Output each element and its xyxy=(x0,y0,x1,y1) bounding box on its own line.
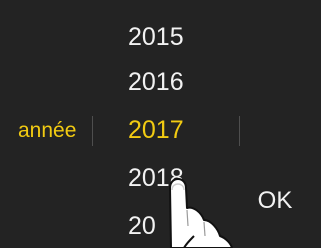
ok-button[interactable]: OK xyxy=(248,181,302,221)
year-option-2015[interactable]: 2015 xyxy=(128,22,208,52)
year-option-2016[interactable]: 2016 xyxy=(128,67,208,97)
left-divider xyxy=(92,116,93,146)
selected-year[interactable]: 2017 xyxy=(128,115,208,145)
year-field-label: année xyxy=(18,119,77,142)
year-option-next[interactable]: 20 xyxy=(128,211,208,241)
right-divider xyxy=(239,116,240,146)
year-picker-screen: 2015 2016 année 2017 2018 20 OK xyxy=(0,0,321,248)
year-option-2018[interactable]: 2018 xyxy=(128,163,208,193)
